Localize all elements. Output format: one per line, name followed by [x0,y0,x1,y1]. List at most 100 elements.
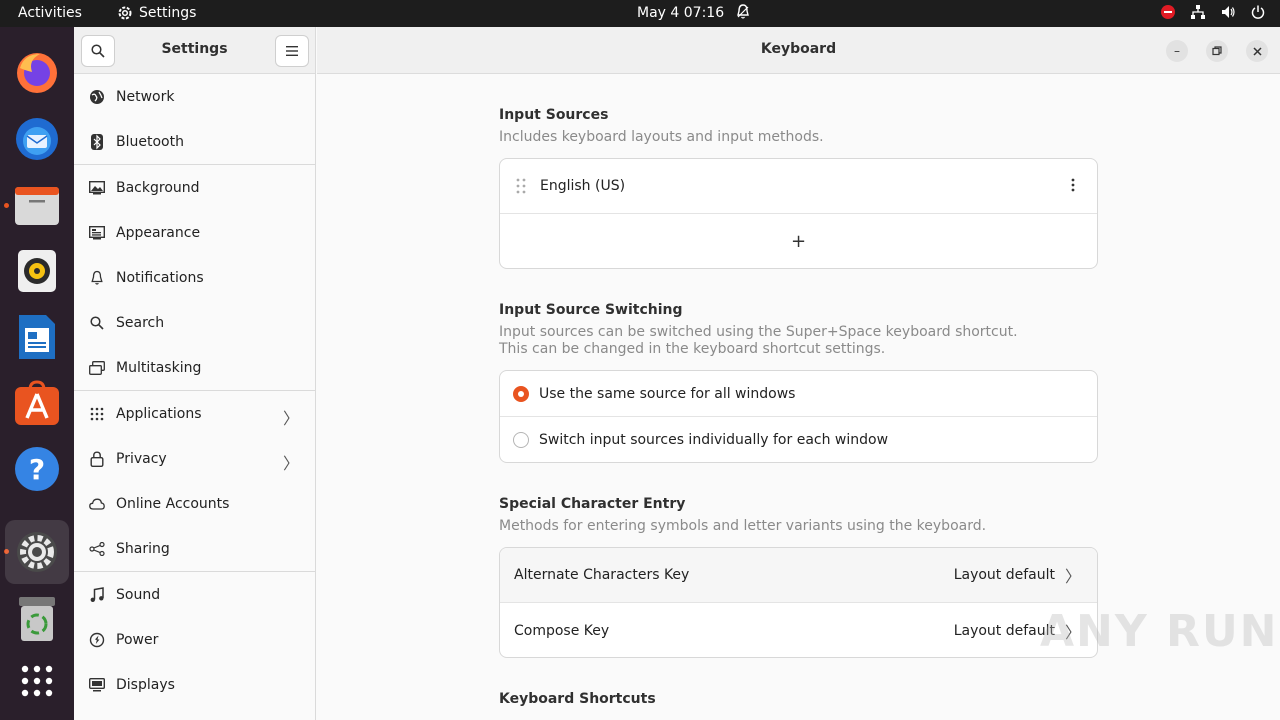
sidebar-item-power[interactable]: Power [74,617,315,662]
sidebar-item-label: Multitasking [116,359,202,376]
sidebar-item-label: Appearance [116,224,201,241]
appearance-icon [88,224,106,242]
sidebar-item-appearance[interactable]: Appearance [74,210,315,255]
row-label: Compose Key [514,622,610,639]
sidebar-item-label: Notifications [116,269,204,286]
page-title: Keyboard [760,41,837,57]
radio-button-checked[interactable] [513,385,529,402]
input-source-label: English (US) [540,178,626,194]
minimize-button[interactable]: – [1166,40,1188,62]
row-label: Alternate Characters Key [514,567,690,583]
sidebar-item-label: Power [116,631,159,648]
help-icon[interactable]: ? [11,443,63,495]
background-icon [88,179,106,197]
rhythmbox-icon[interactable] [11,245,63,297]
close-button[interactable] [1246,40,1268,62]
clock[interactable]: May 4 07:16 [637,5,724,21]
input-source-row[interactable]: English (US) [500,159,1097,214]
alternate-characters-key-row[interactable]: Alternate Characters Key Layout default … [500,548,1097,603]
files-icon[interactable] [11,179,63,231]
minimize-icon: – [1174,44,1180,58]
system-tray[interactable] [1160,4,1266,20]
app-menu[interactable]: Settings [117,5,196,21]
app-menu-label: Settings [139,5,197,21]
drag-handle-icon[interactable] [516,178,526,194]
activities-button[interactable]: Activities [18,5,82,21]
section-title-special-chars: Special Character Entry [499,496,686,512]
section-title-shortcuts: Keyboard Shortcuts [499,691,656,707]
sidebar-item-privacy[interactable]: Privacy 〉 [74,436,315,481]
bell-icon [88,269,106,287]
sidebar-item-label: Network [116,88,175,105]
sidebar-item-sound[interactable]: Sound [74,572,315,617]
plus-icon: + [790,231,807,252]
share-icon [88,540,106,558]
main-menu-button[interactable] [275,35,309,67]
sidebar-item-label: Sharing [116,540,170,557]
volume-icon[interactable] [1220,4,1236,20]
notification-bell-icon[interactable] [736,4,750,24]
sidebar-item-bluetooth[interactable]: Bluetooth [74,119,315,164]
sidebar-item-label: Sound [116,586,161,603]
sidebar-item-label: Applications [116,405,202,422]
compose-key-row[interactable]: Compose Key Layout default 〉 [500,603,1097,657]
sidebar-item-online-accounts[interactable]: Online Accounts [74,481,315,526]
sidebar-item-label: Background [116,179,200,196]
sidebar-item-network[interactable]: Network [74,74,315,119]
restore-icon [1212,46,1222,56]
sidebar-item-label: Privacy [116,450,167,467]
section-title-switching: Input Source Switching [499,302,683,318]
sidebar-item-applications[interactable]: Applications 〉 [74,391,315,436]
special-chars-card: Alternate Characters Key Layout default … [499,547,1098,658]
sidebar-item-sharing[interactable]: Sharing [74,526,315,571]
sidebar-header: Settings [74,27,315,74]
section-desc-special-chars: Methods for entering symbols and letter … [499,518,987,534]
lock-icon [88,450,106,468]
libreoffice-writer-icon[interactable] [11,311,63,363]
show-apps-icon[interactable] [11,655,63,707]
close-icon [1252,46,1262,56]
chevron-right-icon: 〉 [282,454,299,473]
watermark: ANY RUN [1040,606,1279,657]
section-title-input-sources: Input Sources [499,107,609,123]
firefox-icon[interactable] [11,47,63,99]
chevron-right-icon: 〉 [282,409,299,428]
hamburger-menu-icon [286,46,298,56]
trash-icon[interactable] [11,593,63,645]
switching-card: Use the same source for all windows Swit… [499,370,1098,463]
radio-option-same-source[interactable]: Use the same source for all windows [500,371,1097,417]
thunderbird-icon[interactable] [11,113,63,165]
radio-option-label: Switch input sources individually for ea… [539,432,889,448]
settings-sidebar: Settings Network Bluetooth Background Ap… [74,27,316,720]
section-desc-input-sources: Includes keyboard layouts and input meth… [499,129,824,145]
gear-icon [118,6,132,20]
radio-option-label: Use the same source for all windows [539,385,796,402]
network-icon[interactable] [1190,4,1206,20]
main-header: Keyboard – [317,27,1280,74]
sidebar-item-search[interactable]: Search [74,300,315,345]
multitasking-icon [88,359,106,377]
top-bar: Activities Settings May 4 07:16 [0,0,1280,27]
sidebar-item-multitasking[interactable]: Multitasking [74,345,315,390]
sidebar-item-label: Displays [116,676,175,693]
cloud-icon [88,495,106,513]
radio-option-per-window[interactable]: Switch input sources individually for ea… [500,417,1097,462]
grid-icon [88,405,106,423]
app-center-icon[interactable] [11,377,63,429]
sidebar-item-label: Bluetooth [116,133,184,150]
music-note-icon [88,586,106,604]
section-desc-switching-2: This can be changed in the keyboard shor… [499,341,886,357]
radio-button[interactable] [513,432,529,448]
add-input-source-button[interactable]: + [500,214,1097,268]
input-sources-card: English (US) + [499,158,1098,269]
sidebar-item-displays[interactable]: Displays [74,662,315,707]
power-icon [88,631,106,649]
more-options-icon[interactable] [1071,178,1075,192]
maximize-button[interactable] [1206,40,1228,62]
sidebar-item-notifications[interactable]: Notifications [74,255,315,300]
sidebar-item-background[interactable]: Background [74,165,315,210]
chevron-right-icon: 〉 [1064,567,1081,586]
settings-icon[interactable] [5,520,69,584]
power-menu-icon[interactable] [1250,4,1266,20]
do-not-disturb-icon[interactable] [1160,4,1176,20]
